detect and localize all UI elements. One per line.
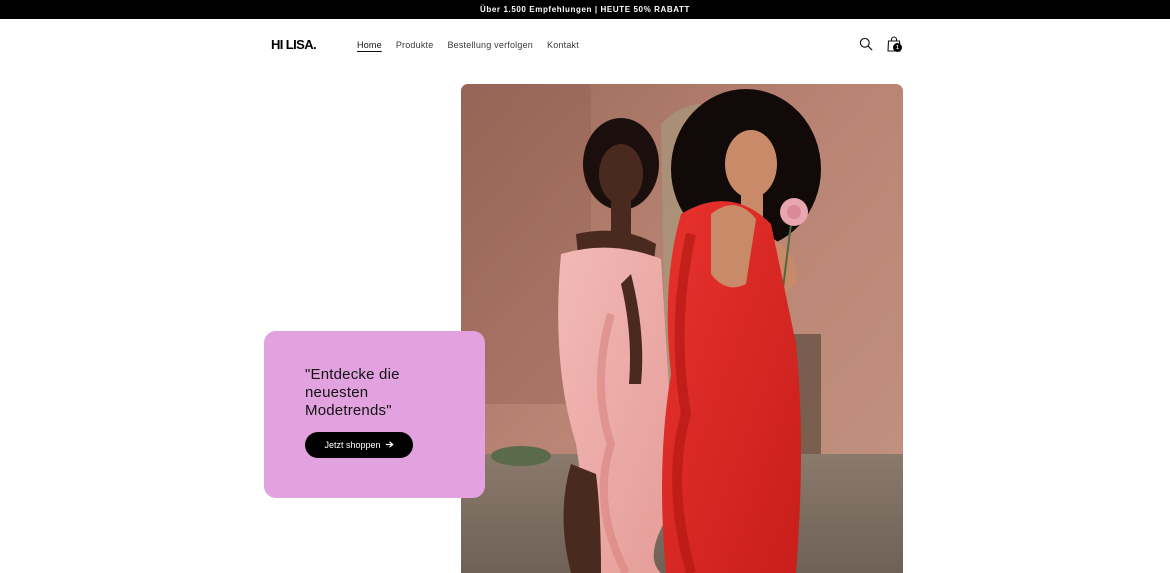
site-logo[interactable]: HI LISA. (271, 37, 317, 52)
arrow-right-icon (385, 440, 394, 451)
shop-now-button[interactable]: Jetzt shoppen (305, 432, 413, 458)
announcement-text: Über 1.500 Empfehlungen | HEUTE 50% RABA… (480, 5, 690, 14)
site-header: HI LISA. Home Produkte Bestellung verfol… (0, 19, 1170, 71)
nav-item-kontakt[interactable]: Kontakt (547, 40, 579, 50)
nav-item-bestellung-verfolgen[interactable]: Bestellung verfolgen (447, 40, 533, 50)
search-icon[interactable] (859, 37, 873, 51)
hero-promo-card: "Entdecke die neuesten Modetrends" Jetzt… (264, 331, 485, 498)
shop-now-label: Jetzt shoppen (324, 440, 381, 450)
main-navigation: Home Produkte Bestellung verfolgen Konta… (357, 40, 579, 50)
announcement-bar: Über 1.500 Empfehlungen | HEUTE 50% RABA… (0, 0, 1170, 19)
nav-item-home[interactable]: Home (357, 40, 382, 50)
hero-heading: "Entdecke die neuesten Modetrends" (305, 366, 400, 419)
nav-item-produkte[interactable]: Produkte (396, 40, 434, 50)
cart-count-badge: 1 (893, 43, 902, 52)
two-women-in-dresses-photo (461, 84, 903, 573)
